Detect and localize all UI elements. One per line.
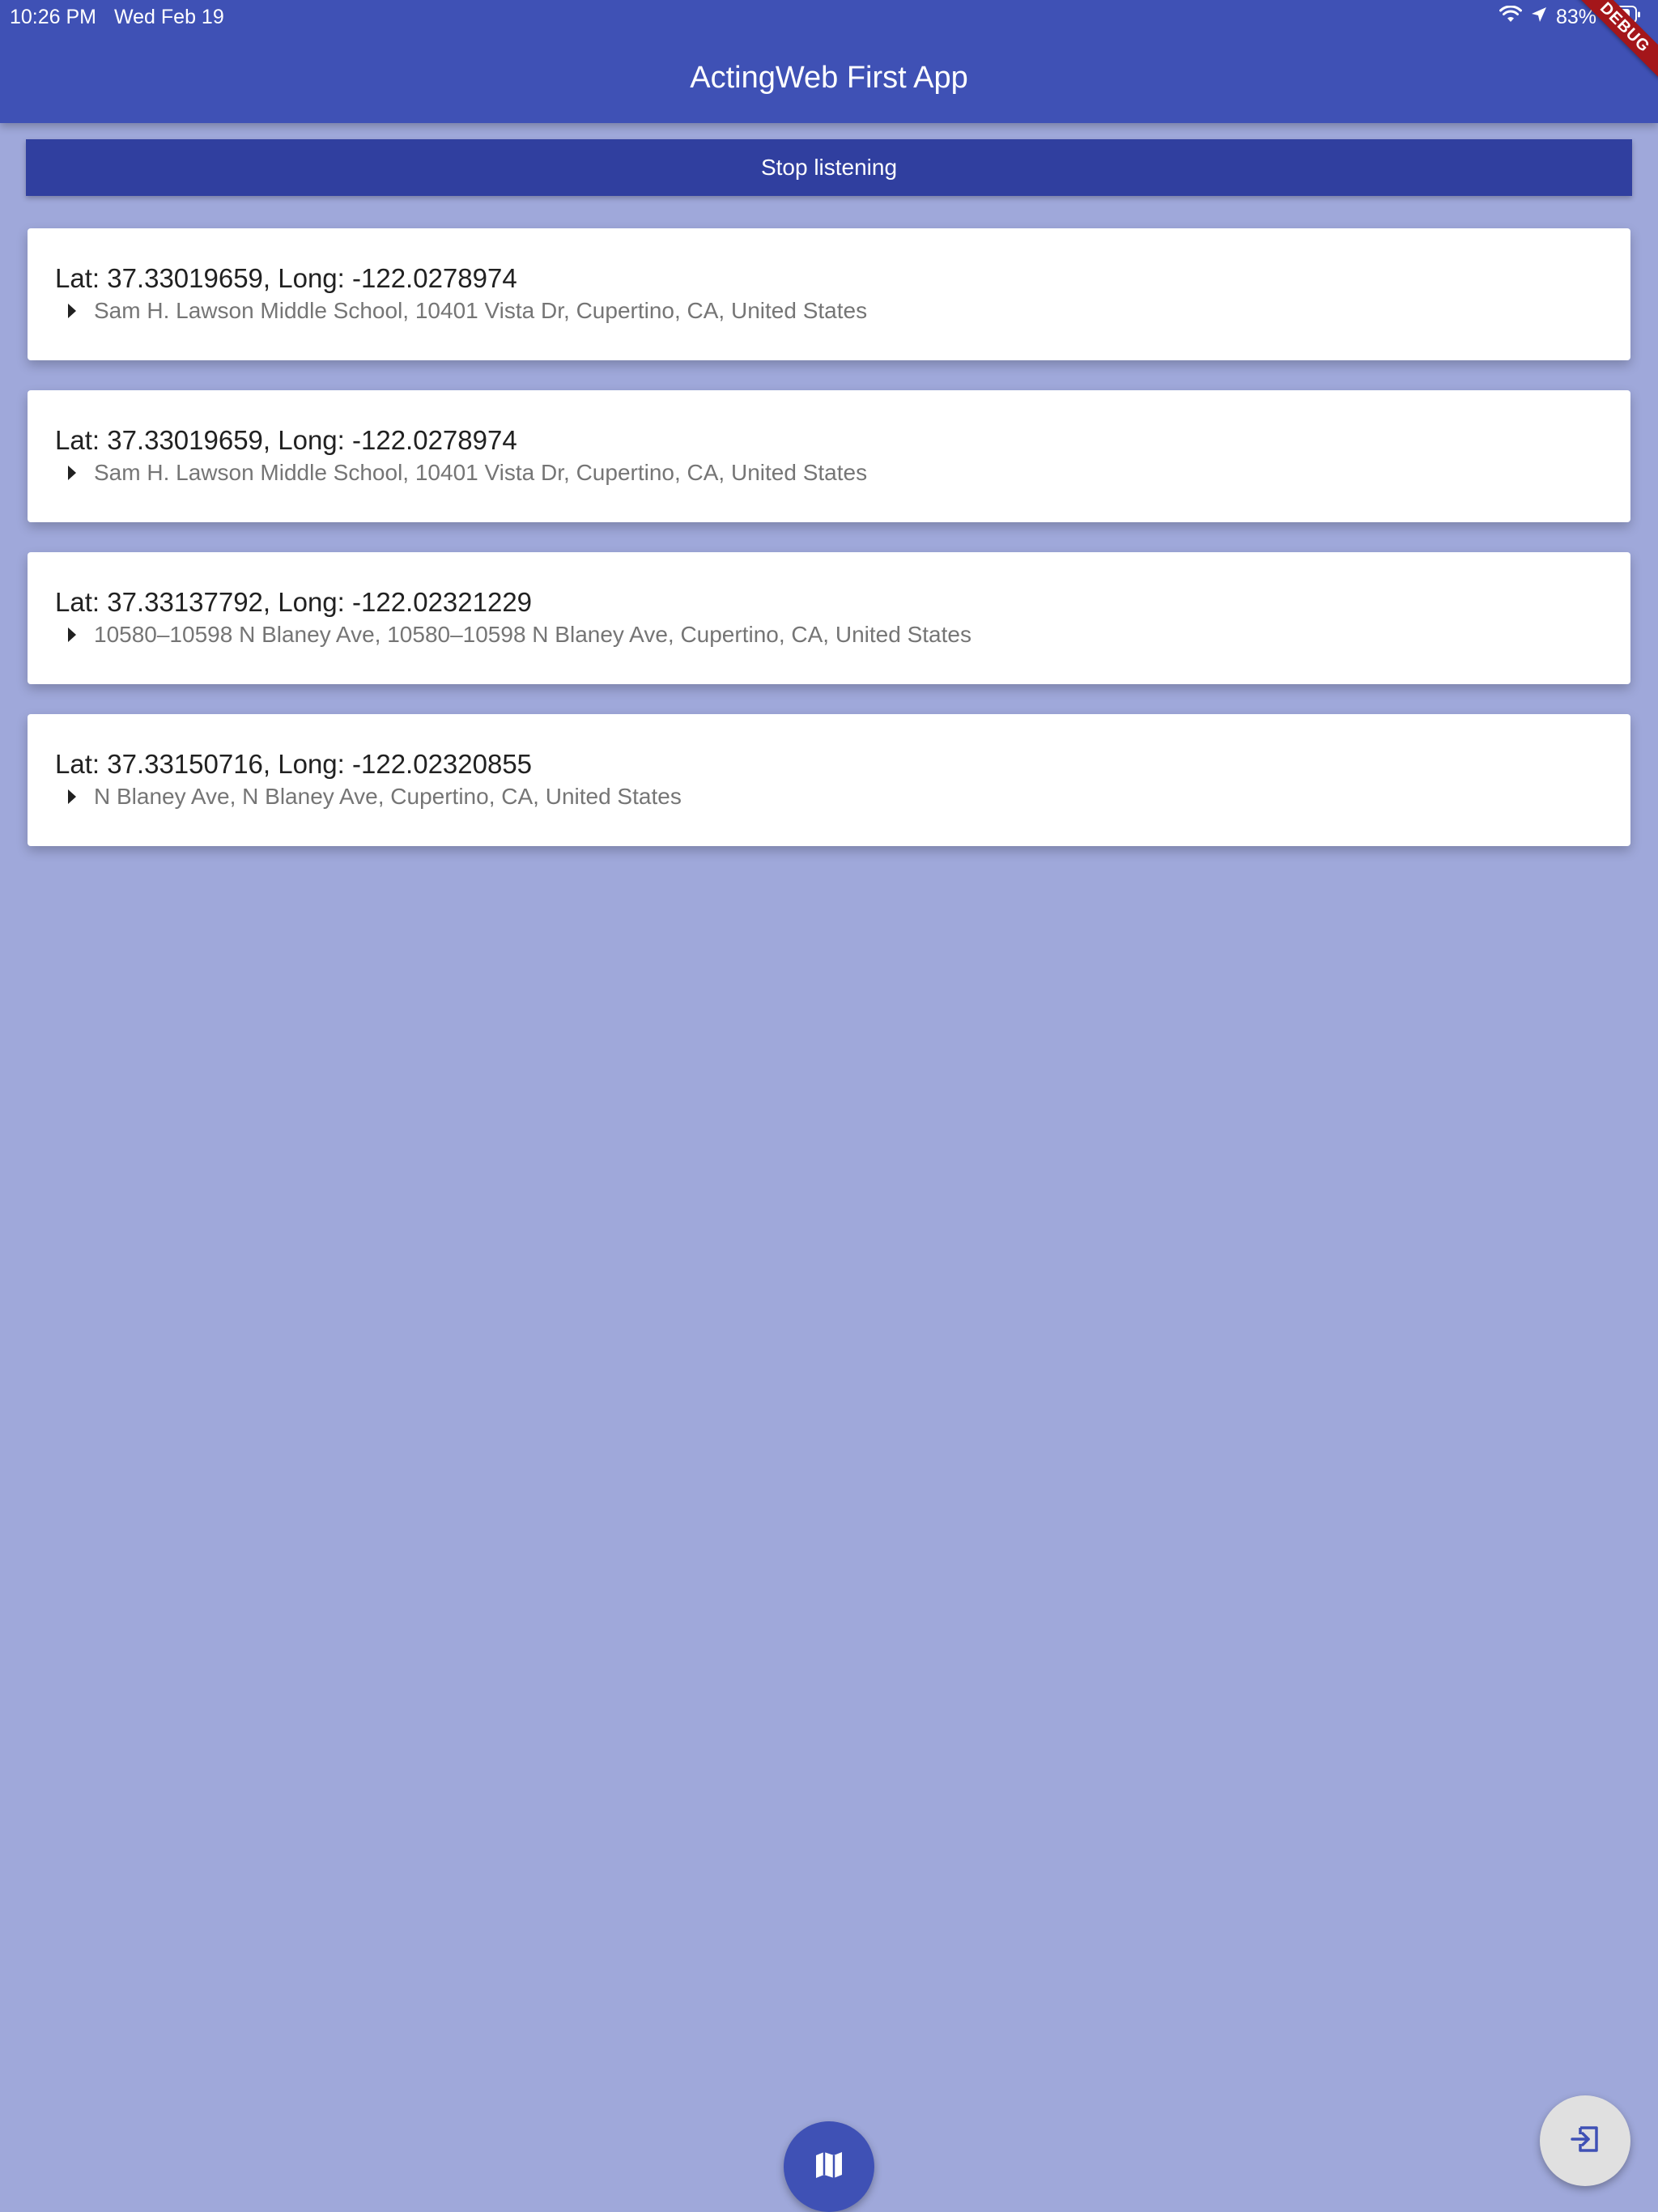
location-list: Lat: 37.33019659, Long: -122.0278974 Sam…	[28, 228, 1630, 876]
debug-banner: DEBUG	[1569, 0, 1658, 89]
location-address: N Blaney Ave, N Blaney Ave, Cupertino, C…	[94, 784, 682, 809]
caret-right-icon	[68, 304, 76, 318]
map-fab-button[interactable]	[784, 2121, 874, 2212]
debug-banner-label: DEBUG	[1574, 0, 1658, 79]
location-coordinates: Lat: 37.33137792, Long: -122.02321229	[55, 587, 533, 617]
location-address-row: Sam H. Lawson Middle School, 10401 Vista…	[55, 296, 1603, 325]
caret-right-icon	[68, 789, 76, 804]
caret-right-icon	[68, 627, 76, 642]
caret-right-icon	[68, 466, 76, 480]
status-date: Wed Feb 19	[114, 6, 224, 28]
location-card[interactable]: Lat: 37.33019659, Long: -122.0278974 Sam…	[28, 390, 1630, 522]
location-coordinates: Lat: 37.33150716, Long: -122.02320855	[55, 749, 533, 779]
app-bar: 10:26 PM Wed Feb 19 83% ActingWeb First …	[0, 0, 1658, 123]
location-card[interactable]: Lat: 37.33019659, Long: -122.0278974 Sam…	[28, 228, 1630, 360]
location-coordinates: Lat: 37.33019659, Long: -122.0278974	[55, 263, 517, 293]
location-address: 10580–10598 N Blaney Ave, 10580–10598 N …	[94, 622, 971, 647]
location-arrow-icon	[1530, 6, 1548, 29]
page-title: ActingWeb First App	[690, 61, 968, 95]
map-icon	[813, 2149, 845, 2185]
location-card[interactable]: Lat: 37.33150716, Long: -122.02320855 N …	[28, 714, 1630, 846]
wifi-icon	[1499, 4, 1522, 29]
location-address: Sam H. Lawson Middle School, 10401 Vista…	[94, 460, 868, 485]
location-address-row: N Blaney Ave, N Blaney Ave, Cupertino, C…	[55, 782, 1603, 811]
location-address: Sam H. Lawson Middle School, 10401 Vista…	[94, 298, 868, 323]
location-card[interactable]: Lat: 37.33137792, Long: -122.02321229 10…	[28, 552, 1630, 684]
status-time: 10:26 PM	[10, 6, 97, 28]
location-coordinates: Lat: 37.33019659, Long: -122.0278974	[55, 425, 517, 455]
location-address-row: 10580–10598 N Blaney Ave, 10580–10598 N …	[55, 620, 1603, 649]
exit-to-app-icon	[1567, 2121, 1603, 2161]
exit-fab-button[interactable]	[1540, 2095, 1630, 2186]
location-address-row: Sam H. Lawson Middle School, 10401 Vista…	[55, 458, 1603, 487]
stop-listening-button[interactable]: Stop listening	[26, 139, 1632, 196]
